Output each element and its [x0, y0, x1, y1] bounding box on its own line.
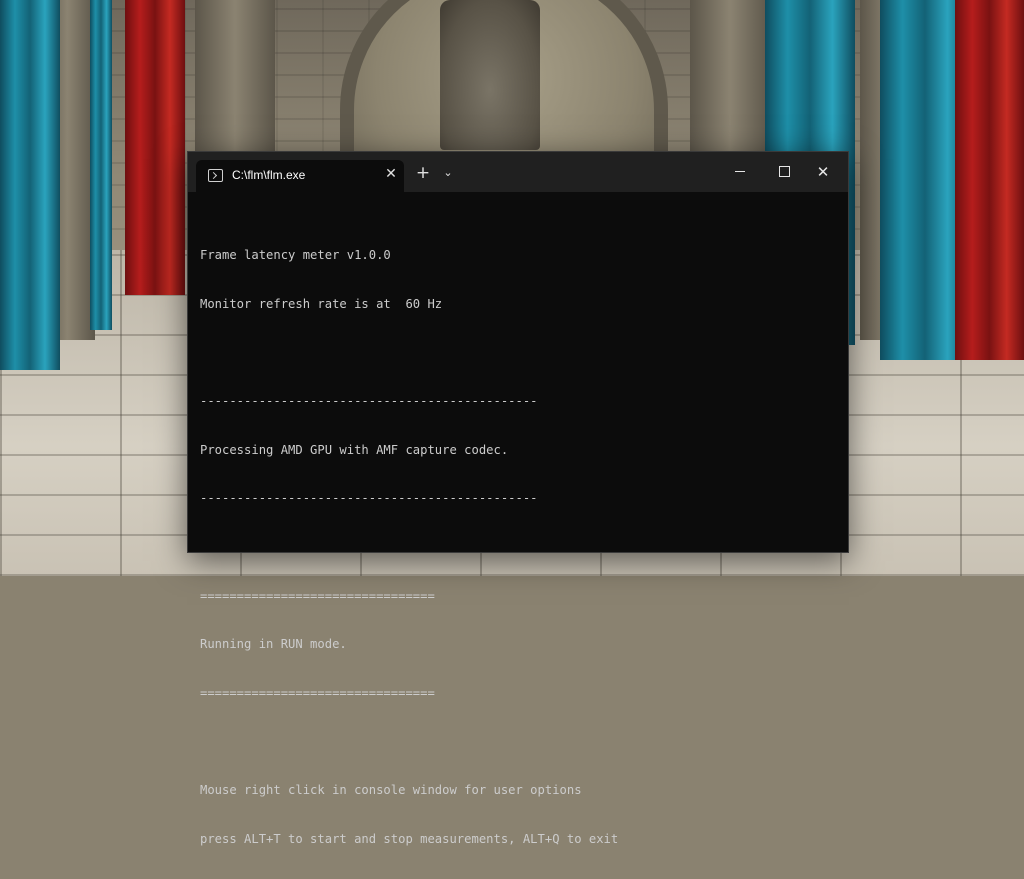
tab-title: C:\flm\flm.exe: [232, 168, 306, 182]
teal-curtain: [0, 0, 60, 370]
teal-curtain: [90, 0, 112, 330]
minimize-icon: [735, 171, 745, 172]
maximize-button[interactable]: [772, 162, 796, 182]
console-output[interactable]: Frame latency meter v1.0.0 Monitor refre…: [200, 215, 840, 845]
tab-flm[interactable]: C:\flm\flm.exe ✕: [196, 160, 404, 192]
console-line: Processing AMD GPU with AMF capture code…: [200, 442, 509, 457]
red-curtain: [125, 0, 185, 295]
terminal-window[interactable]: C:\flm\flm.exe ✕ + ⌄ ✕ Frame latency met…: [187, 151, 849, 846]
minimize-button[interactable]: [728, 162, 752, 182]
console-line: Monitor refresh rate is at 60 Hz: [200, 297, 443, 311]
console-line: ----------------------------------------…: [200, 394, 538, 409]
tab-dropdown-button[interactable]: ⌄: [440, 164, 456, 182]
title-bar[interactable]: C:\flm\flm.exe ✕ + ⌄ ✕: [188, 152, 848, 192]
console-line: press ALT+T to start and stop measuremen…: [200, 831, 619, 846]
console-line: Frame latency meter v1.0.0: [200, 248, 391, 263]
console-line: ================================: [200, 685, 435, 700]
console-line: Running in RUN mode.: [200, 637, 347, 652]
new-tab-button[interactable]: +: [414, 164, 432, 182]
lion-head-relief: [440, 0, 540, 150]
tab-close-button[interactable]: ✕: [382, 165, 400, 183]
close-window-button[interactable]: ✕: [811, 162, 835, 182]
console-line: ================================: [200, 588, 435, 603]
red-curtain: [955, 0, 1024, 360]
terminal-icon: [208, 169, 223, 182]
console-line: Mouse right click in console window for …: [200, 782, 582, 797]
console-line: ----------------------------------------…: [200, 491, 538, 506]
maximize-icon: [778, 166, 790, 177]
